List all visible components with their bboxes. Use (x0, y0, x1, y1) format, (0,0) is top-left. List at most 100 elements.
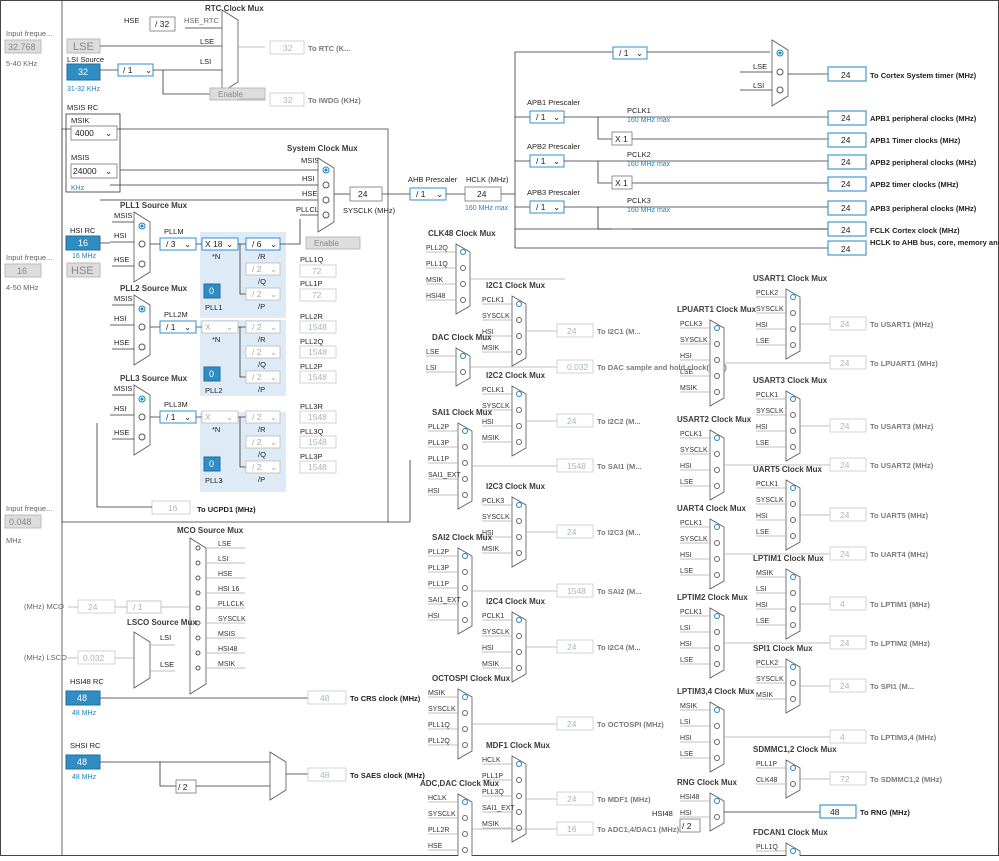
uart4-input-2: HSI (680, 552, 692, 559)
i2c2-mux-title: I2C2 Clock Mux (486, 371, 546, 380)
pll2-source-mux-title: PLL2 Source Mux (120, 284, 188, 293)
radio-icon (462, 553, 468, 559)
radio-icon (516, 502, 522, 508)
lptim34-input-1: LSI (680, 719, 691, 726)
clock-tree-diagram: Input freque... 32.768 5-40 KHz Input fr… (0, 0, 999, 861)
i2c3-output-value: 24 (567, 527, 577, 537)
saes-mux[interactable] (269, 751, 287, 801)
radio-icon (516, 617, 522, 623)
chevron-down-icon: ⌄ (226, 322, 233, 332)
hsi-range: 16 MHz (72, 253, 97, 260)
mco-output-label: (MHz) MCO (24, 602, 64, 611)
ahb-prescaler-value: / 1 (416, 189, 426, 199)
radio-icon (516, 649, 522, 655)
uart5-output-value: 24 (840, 510, 850, 520)
sdmmc-input-0: PLL1P (756, 761, 777, 768)
radio-icon (790, 696, 796, 702)
radio-icon (462, 601, 468, 607)
pll1-n-value: X 18 (205, 239, 223, 249)
apb3-periph-label: APB3 peripheral clocks (MHz) (870, 204, 977, 213)
lse-input-caption: Input freque... (6, 29, 52, 38)
radio-icon (714, 613, 720, 619)
lsi-source-title: LSI Source (67, 55, 104, 64)
radio-icon (516, 534, 522, 540)
uart5-input-0: PCLK1 (756, 481, 778, 488)
usart1-input-0: PCLK2 (756, 290, 778, 297)
chevron-down-icon: ⌄ (270, 372, 277, 382)
sdmmc-input-1: CLK48 (756, 777, 778, 784)
radio-icon (462, 742, 468, 748)
pll1q-value: 72 (312, 266, 322, 276)
lptim1-input-0: MSIK (756, 570, 773, 577)
radio-icon (714, 483, 720, 489)
fdcan-mux-title: FDCAN1 Clock Mux (753, 828, 828, 837)
sai1-mux-title: SAI1 Clock Mux (432, 408, 493, 417)
pll3-hse-label: HSE (114, 428, 129, 437)
pll3-out0-value: 1548 (308, 412, 327, 422)
pll1-m-label: PLLM (164, 227, 184, 236)
apb1-timer-label: APB1 Timer clocks (MHz) (870, 136, 961, 145)
lsco-mux[interactable] (133, 631, 151, 689)
rtc-hse-divider-value: / 32 (155, 19, 169, 29)
usart2-output-label: To USART2 (MHz) (870, 461, 934, 470)
radio-icon (516, 423, 522, 429)
lpuart1-input-1: SYSCLK (680, 337, 708, 344)
uart4-output-value: 24 (840, 549, 850, 559)
radio-icon (790, 444, 796, 450)
radio-icon (516, 761, 522, 767)
clk48-mux-title: CLK48 Clock Mux (428, 229, 496, 238)
radio-icon (714, 389, 720, 395)
mdf1-input-0: HCLK (482, 757, 501, 764)
sai2-input-0: PLL2P (428, 549, 449, 556)
radio-icon (714, 629, 720, 635)
sai1-output-label: To SAI1 (M... (597, 462, 641, 471)
lptim2-output-label: To LPTIM2 (MHz) (870, 639, 930, 648)
radio-icon (138, 413, 146, 421)
pll1-hse-label: HSE (114, 255, 129, 264)
shsi-rc-title: SHSI RC (70, 741, 101, 750)
radio-icon (790, 533, 796, 539)
rtc-mux[interactable] (221, 9, 239, 93)
radio-icon (516, 550, 522, 556)
hclk-output-value: 24 (841, 244, 851, 254)
rtc-output-label: To RTC (K... (308, 44, 350, 53)
lptim2-mux-title: LPTIM2 Clock Mux (677, 593, 748, 602)
apb2-prescaler-title: APB2 Prescaler (527, 142, 580, 151)
radio-icon (195, 650, 201, 656)
i2c2-input-2: HSI (482, 419, 494, 426)
mco-divider-value: / 1 (133, 602, 143, 612)
pll1p-label: PLL1P (300, 279, 323, 288)
radio-icon (714, 467, 720, 473)
i2c3-input-3: MSIK (482, 546, 499, 553)
radio-icon (460, 297, 466, 303)
chevron-down-icon: ⌄ (184, 239, 191, 249)
i2c2-input-0: PCLK1 (482, 387, 504, 394)
chevron-down-icon: ⌄ (270, 437, 277, 447)
sys-msis-label: MSIS (301, 156, 319, 165)
spi1-input-1: SYSCLK (756, 676, 784, 683)
dac-output-value: 0.032 (567, 362, 589, 372)
radio-icon (790, 342, 796, 348)
rng-mux-title: RNG Clock Mux (677, 778, 738, 787)
radio-icon (138, 260, 146, 268)
mco-output-value: 24 (88, 602, 98, 612)
sysclk-value: 24 (358, 189, 368, 199)
pll2-n-value: X (205, 322, 211, 332)
apb-prescalers: APB1 Prescaler / 1 ⌄ PCLK1 160 MHz max 24 APB1… (527, 98, 977, 230)
radio-icon (714, 435, 720, 441)
chevron-down-icon: ⌄ (270, 264, 277, 274)
cortex-lsi-label: LSI (753, 81, 764, 90)
sai1-input-3: SAI1_EXT (428, 472, 461, 479)
hsi-rc-title: HSI RC (70, 226, 96, 235)
radio-icon (790, 485, 796, 491)
radio-icon (138, 323, 146, 331)
fclk-label: FCLK Cortex clock (MHz) (870, 226, 960, 235)
iwdg-output-value: 32 (283, 95, 293, 105)
radio-icon (790, 664, 796, 670)
chevron-down-icon: ⌄ (270, 412, 277, 422)
apb2-periph-label: APB2 peripheral clocks (MHz) (870, 158, 977, 167)
spi1-output-value: 24 (840, 681, 850, 691)
octospi-input-0: MSIK (428, 690, 445, 697)
ext-input-range: MHz (6, 536, 22, 545)
clock-configuration-canvas: Input freque... 32.768 5-40 KHz Input fr… (0, 0, 999, 861)
